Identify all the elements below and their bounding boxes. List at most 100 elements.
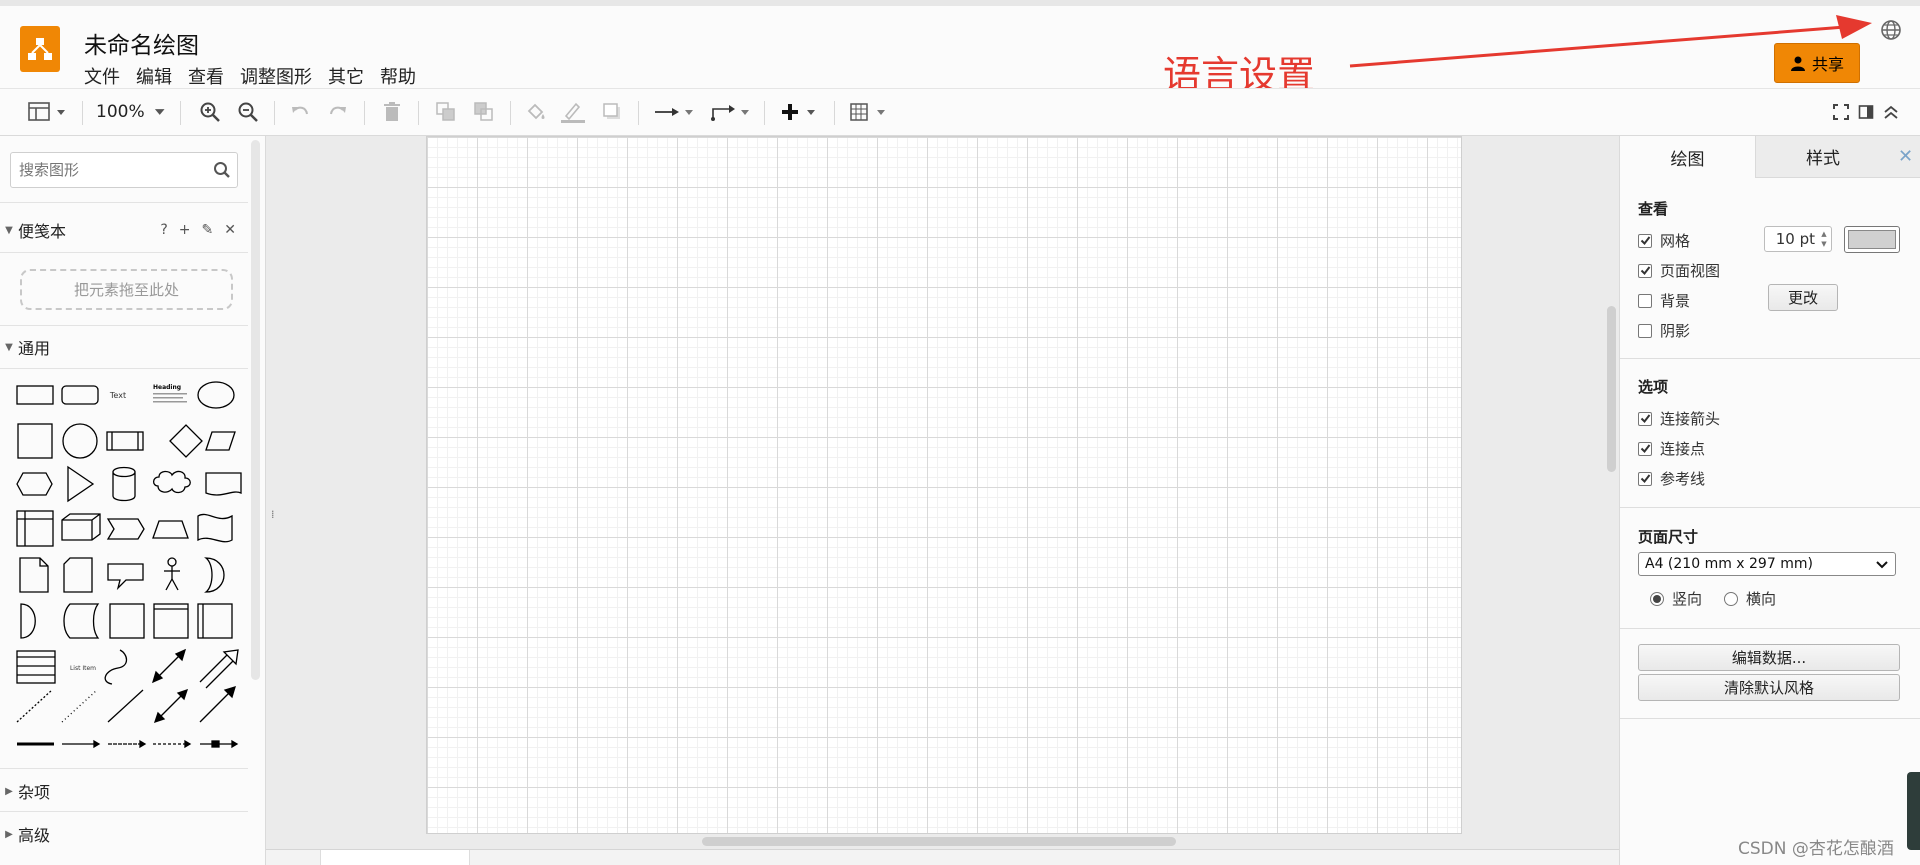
- collapse-icon[interactable]: [1880, 99, 1902, 125]
- misc-header[interactable]: ▶ 杂项: [0, 771, 248, 811]
- page-tab[interactable]: [320, 850, 470, 865]
- connection-arrows-row[interactable]: 连接箭头: [1638, 408, 1720, 429]
- edit-data-button[interactable]: 编辑数据...: [1638, 644, 1900, 671]
- shape-internal-storage: [16, 510, 54, 547]
- help-icon[interactable]: ?: [160, 222, 167, 238]
- edit-icon[interactable]: ✎: [202, 222, 214, 238]
- zoom-out-icon[interactable]: [234, 99, 262, 125]
- diagram-canvas[interactable]: ⁞: [266, 136, 1619, 865]
- sidebar-divider: [0, 368, 248, 369]
- fill-color-icon[interactable]: [522, 99, 550, 125]
- shape-delay: [20, 603, 36, 639]
- change-background-button[interactable]: 更改: [1768, 284, 1838, 311]
- sidebar-scrollbar[interactable]: [251, 140, 260, 680]
- zoom-dropdown[interactable]: 100%: [96, 99, 168, 125]
- advanced-header[interactable]: ▶ 高级: [0, 814, 248, 854]
- side-widget[interactable]: [1907, 772, 1920, 850]
- scratchpad-header[interactable]: ▼ 便笺本 ? + ✎ ✕: [0, 210, 248, 250]
- globe-language-icon[interactable]: [1880, 19, 1902, 41]
- connection-icon[interactable]: [652, 99, 696, 125]
- diagram-page[interactable]: [426, 136, 1462, 834]
- delete-icon[interactable]: [378, 99, 406, 125]
- caret-right-icon: ▶: [5, 828, 13, 840]
- shape-triangle: [67, 465, 95, 503]
- shadow-icon[interactable]: [598, 99, 626, 125]
- guides-row[interactable]: 参考线: [1638, 468, 1705, 489]
- menu-arrange[interactable]: 调整图形: [240, 63, 312, 89]
- waypoints-icon[interactable]: [708, 99, 752, 125]
- menu-help[interactable]: 帮助: [380, 63, 416, 89]
- background-checkbox-row[interactable]: 背景: [1638, 290, 1690, 311]
- scratchpad-dropzone[interactable]: 把元素拖至此处: [20, 269, 233, 310]
- toolbar-separator: [510, 101, 511, 125]
- advanced-title: 高级: [18, 826, 51, 845]
- menu-view[interactable]: 查看: [188, 63, 224, 89]
- shape-tape: [197, 513, 233, 543]
- tab-diagram[interactable]: 绘图: [1620, 136, 1755, 178]
- share-button[interactable]: 共享: [1774, 43, 1860, 83]
- menu-edit[interactable]: 编辑: [136, 63, 172, 89]
- shape-ellipse: [197, 381, 235, 409]
- zoom-level: 100%: [96, 102, 145, 122]
- fullscreen-icon[interactable]: [1830, 99, 1852, 125]
- page-view-checkbox[interactable]: [1638, 263, 1652, 278]
- format-toggle-icon[interactable]: [1855, 99, 1877, 125]
- grid-checkbox[interactable]: [1638, 233, 1652, 248]
- format-tabs: 绘图 样式 ✕: [1620, 136, 1920, 178]
- shape-card: [63, 557, 93, 593]
- insert-icon[interactable]: [778, 99, 822, 125]
- line-color-icon[interactable]: [558, 99, 588, 125]
- toolbar-separator: [364, 101, 365, 125]
- grid-checkbox-row[interactable]: 网格: [1638, 230, 1690, 251]
- background-checkbox[interactable]: [1638, 293, 1652, 308]
- undo-icon[interactable]: [286, 99, 314, 125]
- connection-points-row[interactable]: 连接点: [1638, 438, 1705, 459]
- add-icon[interactable]: +: [179, 222, 191, 238]
- caret-right-icon: ▶: [5, 785, 13, 797]
- shadow-checkbox-row[interactable]: 阴影: [1638, 320, 1690, 341]
- search-icon[interactable]: [213, 161, 231, 179]
- table-icon[interactable]: [848, 99, 892, 125]
- redo-icon[interactable]: [324, 99, 352, 125]
- orientation-row: 竖向 横向: [1650, 588, 1776, 609]
- spinner-arrows-icon[interactable]: ▲ ▼: [1819, 229, 1829, 249]
- connection-arrows-checkbox[interactable]: [1638, 411, 1652, 426]
- shape-list-item: List Item: [70, 665, 96, 672]
- page-size-select[interactable]: A4 (210 mm x 297 mm): [1638, 552, 1896, 576]
- connection-points-checkbox[interactable]: [1638, 441, 1652, 456]
- tab-style[interactable]: 样式: [1755, 136, 1890, 178]
- search-input[interactable]: [11, 153, 201, 187]
- page-view-checkbox-row[interactable]: 页面视图: [1638, 260, 1720, 281]
- caret-down-icon: ▼: [5, 341, 13, 353]
- sidebar-resize-handle[interactable]: ⁞: [271, 508, 275, 521]
- canvas-horizontal-scrollbar[interactable]: [702, 837, 1176, 846]
- shadow-checkbox[interactable]: [1638, 323, 1652, 338]
- menu-extras[interactable]: 其它: [328, 63, 364, 89]
- close-icon[interactable]: ✕: [224, 222, 236, 238]
- portrait-radio[interactable]: [1650, 591, 1664, 606]
- guides-label: 参考线: [1660, 470, 1706, 488]
- grid-color-swatch[interactable]: [1844, 226, 1900, 253]
- format-panel: 绘图 样式 ✕ 查看 网格 10 pt ▲▼ 页面视图 背景 更改 阴影 选项: [1619, 136, 1920, 865]
- sidebar-divider: [0, 811, 248, 812]
- shape-dashed-line: [16, 689, 53, 723]
- shape-line: [107, 689, 144, 723]
- drawio-logo-icon: [20, 26, 60, 72]
- menu-file[interactable]: 文件: [84, 63, 120, 89]
- to-back-icon[interactable]: [470, 99, 498, 125]
- landscape-radio[interactable]: [1724, 591, 1739, 606]
- to-front-icon[interactable]: [432, 99, 460, 125]
- guides-checkbox[interactable]: [1638, 471, 1652, 486]
- canvas-vertical-scrollbar[interactable]: [1607, 306, 1616, 472]
- grid-size-value: 10 pt: [1775, 230, 1815, 248]
- close-icon[interactable]: ✕: [1890, 136, 1920, 178]
- panel-divider: [1620, 358, 1920, 359]
- zoom-in-icon[interactable]: [196, 99, 224, 125]
- clear-default-style-button[interactable]: 清除默认风格: [1638, 674, 1900, 701]
- grid-size-input[interactable]: 10 pt ▲ ▼: [1764, 226, 1832, 252]
- shapes-sidebar: ▼ 便笺本 ? + ✎ ✕ 把元素拖至此处 ▼ 通用: [0, 136, 266, 865]
- shape-list: [16, 650, 56, 684]
- diagram-title[interactable]: 未命名绘图: [84, 26, 199, 60]
- format-panel-icon[interactable]: [24, 99, 70, 125]
- general-header[interactable]: ▼ 通用: [0, 327, 248, 367]
